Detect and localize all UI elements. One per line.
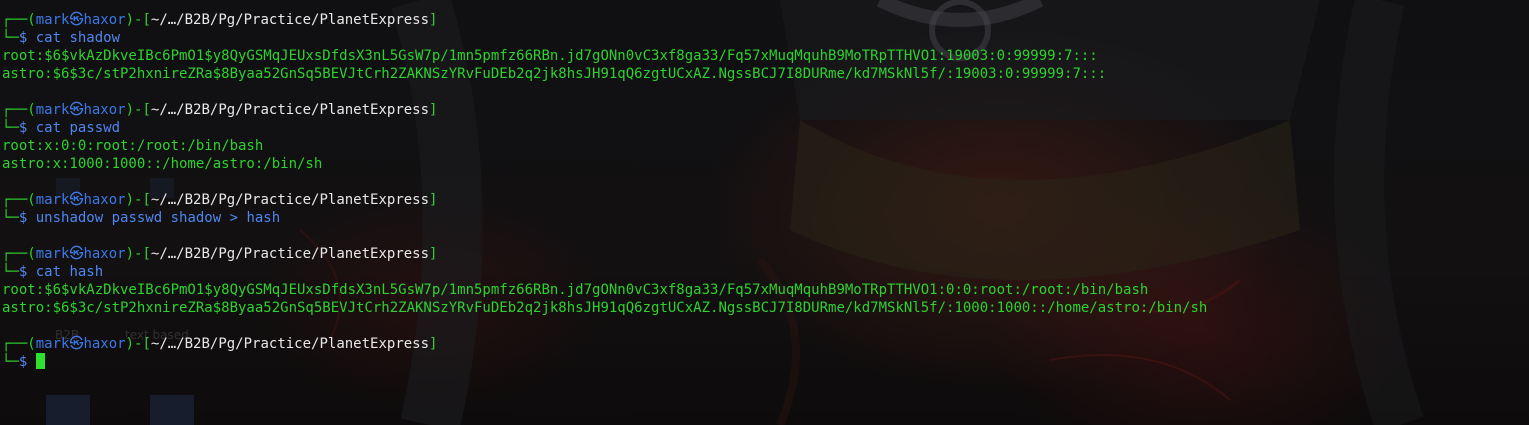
prompt-frame-end: ] [429, 336, 438, 352]
prompt-host: haxor [83, 12, 126, 28]
prompt-frame-top: ┌──( [2, 102, 36, 118]
prompt-host: haxor [83, 102, 126, 118]
prompt-at-icon: ㉿ [69, 336, 84, 352]
prompt-dollar: $ [18, 120, 28, 136]
prompt-frame-top: ┌──( [2, 192, 36, 208]
prompt-host: haxor [83, 246, 126, 262]
prompt-at-icon: ㉿ [69, 246, 84, 262]
command-text[interactable]: cat shadow [36, 30, 120, 46]
prompt-line: ┌──(mark㉿haxor)-[~/…/B2B/Pg/Practice/Pla… [2, 335, 1207, 353]
output-line: astro:$6$3c/stP2hxnireZRa$8Byaa52GnSq5BE… [2, 300, 1208, 316]
command-line[interactable]: └─$ cat hash [2, 263, 1207, 281]
prompt-path: ~/…/B2B/Pg/Practice/PlanetExpress [150, 12, 430, 28]
prompt-frame-mid: )-[ [125, 246, 151, 262]
prompt-host: haxor [83, 192, 126, 208]
prompt-dollar: $ [18, 354, 28, 370]
prompt-path: ~/…/B2B/Pg/Practice/PlanetExpress [150, 192, 430, 208]
output-line: root:x:0:0:root:/root:/bin/bash [2, 138, 264, 154]
output-line: root:$6$vkAzDkveIBc6PmO1$y8QyGSMqJEUxsDf… [2, 48, 1098, 64]
prompt-at-icon: ㉿ [69, 102, 84, 118]
prompt-frame-end: ] [429, 12, 438, 28]
prompt-frame-bottom: └─ [2, 120, 19, 136]
prompt-dollar: $ [18, 30, 28, 46]
text-cursor[interactable] [35, 353, 45, 369]
prompt-host: haxor [83, 336, 126, 352]
prompt-user: mark [35, 12, 70, 28]
output-line: root:$6$vkAzDkveIBc6PmO1$y8QyGSMqJEUxsDf… [2, 282, 1149, 298]
prompt-frame-mid: )-[ [125, 12, 151, 28]
output-line: astro:$6$3c/stP2hxnireZRa$8Byaa52GnSq5BE… [2, 66, 1107, 82]
prompt-line: ┌──(mark㉿haxor)-[~/…/B2B/Pg/Practice/Pla… [2, 11, 1207, 29]
prompt-frame-top: ┌──( [2, 12, 36, 28]
prompt-line: ┌──(mark㉿haxor)-[~/…/B2B/Pg/Practice/Pla… [2, 101, 1207, 119]
prompt-at-icon: ㉿ [69, 12, 84, 28]
prompt-user: mark [35, 336, 70, 352]
terminal-window[interactable]: B2B text based ┌──(mark㉿haxor)-[~/…/B2B/… [0, 0, 1529, 425]
prompt-dollar: $ [18, 210, 28, 226]
prompt-frame-top: ┌──( [2, 336, 36, 352]
prompt-frame-mid: )-[ [125, 102, 151, 118]
command-text[interactable]: unshadow passwd shadow > hash [36, 210, 280, 226]
prompt-path: ~/…/B2B/Pg/Practice/PlanetExpress [150, 102, 430, 118]
terminal-output: ┌──(mark㉿haxor)-[~/…/B2B/Pg/Practice/Pla… [2, 11, 1207, 371]
command-text[interactable]: cat hash [36, 264, 103, 280]
prompt-frame-end: ] [429, 102, 438, 118]
prompt-frame-bottom: └─ [2, 354, 19, 370]
prompt-line: ┌──(mark㉿haxor)-[~/…/B2B/Pg/Practice/Pla… [2, 245, 1207, 263]
prompt-at-icon: ㉿ [69, 192, 84, 208]
prompt-frame-top: ┌──( [2, 246, 36, 262]
prompt-frame-bottom: └─ [2, 264, 19, 280]
prompt-dollar: $ [18, 264, 28, 280]
prompt-path: ~/…/B2B/Pg/Practice/PlanetExpress [150, 336, 430, 352]
prompt-frame-bottom: └─ [2, 30, 19, 46]
prompt-user: mark [35, 192, 70, 208]
prompt-frame-mid: )-[ [125, 192, 151, 208]
prompt-path: ~/…/B2B/Pg/Practice/PlanetExpress [150, 246, 430, 262]
output-line: astro:x:1000:1000::/home/astro:/bin/sh [2, 156, 323, 172]
command-line[interactable]: └─$ cat shadow [2, 29, 1207, 47]
command-text[interactable]: cat passwd [36, 120, 120, 136]
prompt-user: mark [35, 102, 70, 118]
prompt-frame-end: ] [429, 192, 438, 208]
prompt-frame-end: ] [429, 246, 438, 262]
command-line[interactable]: └─$ [2, 353, 1207, 371]
prompt-frame-bottom: └─ [2, 210, 19, 226]
command-line[interactable]: └─$ unshadow passwd shadow > hash [2, 209, 1207, 227]
prompt-line: ┌──(mark㉿haxor)-[~/…/B2B/Pg/Practice/Pla… [2, 191, 1207, 209]
prompt-frame-mid: )-[ [125, 336, 151, 352]
prompt-user: mark [35, 246, 70, 262]
command-line[interactable]: └─$ cat passwd [2, 119, 1207, 137]
